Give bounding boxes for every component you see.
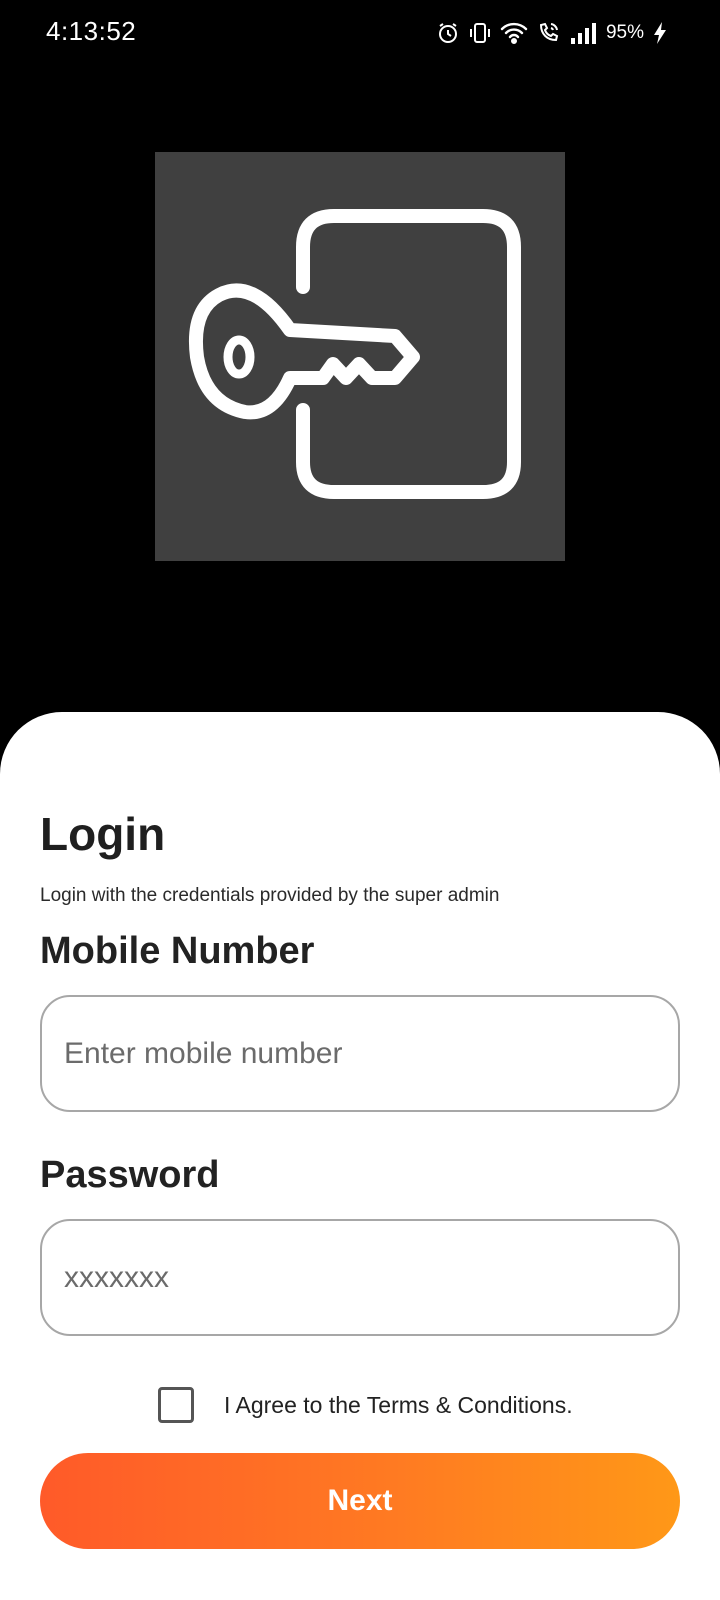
- signal-icon: [570, 21, 596, 45]
- mobile-number-field-container: [40, 995, 680, 1112]
- status-icons: 95%: [436, 18, 668, 48]
- vibrate-icon: [468, 21, 492, 45]
- password-label: Password: [40, 1154, 220, 1196]
- password-field-container: [40, 1219, 680, 1336]
- terms-row: I Agree to the Terms & Conditions.: [158, 1386, 573, 1424]
- alarm-icon: [436, 21, 460, 45]
- charging-icon: [652, 21, 668, 45]
- key-door-icon: [189, 209, 521, 499]
- login-hero-image: [155, 152, 565, 561]
- terms-label[interactable]: I Agree to the Terms & Conditions.: [224, 1392, 573, 1419]
- next-button[interactable]: Next: [40, 1453, 680, 1549]
- wifi-call-icon: [536, 21, 562, 45]
- page-title: Login: [40, 808, 166, 860]
- status-bar: 4:13:52 95%: [0, 0, 720, 64]
- mobile-number-input[interactable]: [42, 997, 678, 1110]
- page-subtitle: Login with the credentials provided by t…: [40, 885, 500, 906]
- login-form-sheet: Login Login with the credentials provide…: [0, 712, 720, 1600]
- login-screen: 4:13:52 95% Login Login with the credent…: [0, 0, 720, 1600]
- mobile-number-label: Mobile Number: [40, 930, 315, 972]
- status-time: 4:13:52: [46, 16, 137, 46]
- wifi-icon: [500, 21, 528, 45]
- password-input[interactable]: [42, 1221, 678, 1334]
- battery-percentage: 95%: [605, 22, 644, 43]
- terms-checkbox[interactable]: [158, 1387, 194, 1423]
